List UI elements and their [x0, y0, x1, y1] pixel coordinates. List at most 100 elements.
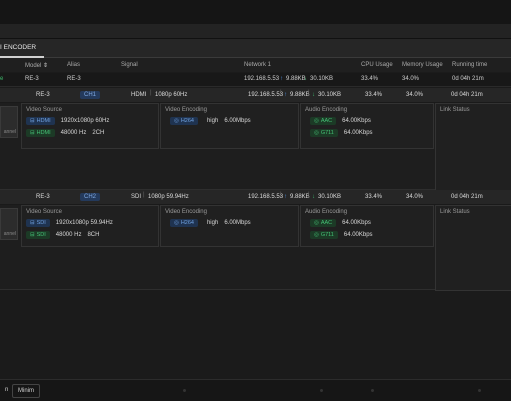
video-source-line: ⊟ SDI 1920x1080p 59.94Hz: [26, 219, 113, 227]
video-encoding-line: ◎ H264 high 6.00Mbps: [170, 117, 251, 125]
video-encoding-panel: Video Encoding ◎ H264 high 6.00Mbps: [160, 103, 299, 149]
panel-title: Video Source: [26, 209, 62, 215]
separator: |: [280, 90, 282, 96]
sdi-badge: ⊟ SDI: [26, 219, 50, 227]
indicator-dot: [320, 389, 323, 392]
col-cpu: CPU Usage: [361, 62, 393, 68]
aac-badge: ◎ AAC: [310, 219, 337, 227]
channel-row[interactable]: RE-3 CH2 SDI | 1080p 59.94Hz 192.168.5.5…: [0, 190, 511, 205]
h264-badge: ◎ H264: [170, 117, 198, 125]
indicator-dot: [478, 389, 481, 392]
separator: |: [280, 192, 282, 198]
arrow-down-icon: ↓: [312, 194, 315, 200]
panel-title: Link Status: [440, 209, 470, 215]
channel-badge: CH2: [80, 193, 101, 201]
panel-title: Link Status: [440, 107, 470, 113]
running-time: 0d 04h 21m: [452, 76, 484, 82]
cpu-usage: 33.4%: [365, 92, 383, 98]
model: RE-3: [36, 194, 50, 200]
panel-title: Video Encoding: [165, 209, 207, 215]
panel-title: Video Encoding: [165, 107, 207, 113]
upload-rate: 9.88KB: [290, 92, 310, 98]
model: RE-3: [25, 76, 39, 82]
col-memory: Memory Usage: [402, 62, 443, 68]
audio-encoding-line-2: ◎ G711 64.00Kbps: [310, 129, 373, 137]
hdmi-audio-badge: ⊟ HDMI: [26, 129, 55, 137]
arrow-down-icon: ↓: [312, 92, 315, 98]
arrow-up-icon: ↑: [284, 92, 287, 98]
download-rate: 30.10KB: [318, 194, 342, 200]
device-row[interactable]: e RE-3 RE-3 192.168.5.53 ↑ 9.88KB ↓ 30.1…: [0, 73, 511, 87]
resolution: 1920x1080p 60Hz: [60, 118, 110, 124]
profile: high: [206, 220, 219, 226]
arrow-up-icon: ↑: [280, 76, 283, 82]
panel-title: Audio Encoding: [305, 107, 348, 113]
video-source-line: ⊟ HDMI 1920x1080p 60Hz: [26, 117, 109, 125]
profile: high: [206, 118, 219, 124]
channel-row[interactable]: RE-3 CH1 HDMI | 1080p 60Hz 192.168.5.53 …: [0, 88, 511, 103]
tab-encoder[interactable]: I ENCODER: [0, 39, 45, 58]
encode-icon: ◎: [174, 220, 179, 226]
hdmi-badge: ⊟ HDMI: [26, 117, 55, 125]
model: RE-3: [36, 92, 50, 98]
g711-badge: ◎ G711: [310, 129, 338, 137]
sample-rate: 48000 Hz: [60, 130, 87, 136]
video-encoding-line: ◎ H264 high 6.00Mbps: [170, 219, 251, 227]
signal-format: 1080p 60Hz: [155, 92, 188, 98]
panel-title: Video Source: [26, 107, 62, 113]
h264-badge: ◎ H264: [170, 219, 198, 227]
running-time: 0d 04h 21m: [451, 194, 483, 200]
encode-icon: ◎: [174, 118, 179, 124]
ip-address: 192.168.5.53: [244, 76, 280, 82]
encode-icon: ◎: [314, 118, 319, 124]
video-source-panel: Video Source ⊟ SDI 1920x1080p 59.94Hz ⊟ SD…: [21, 205, 159, 247]
bitrate: 64.00Kbps: [342, 118, 371, 124]
encode-icon: ◎: [314, 232, 319, 238]
arrow-up-icon: ↑: [284, 194, 287, 200]
separator: |: [308, 90, 310, 96]
sample-rate: 48000 Hz: [55, 232, 82, 238]
ip-address: 192.168.5.53: [248, 194, 284, 200]
audio-encoding-line-1: ◎ AAC 64.00Kbps: [310, 219, 371, 227]
ip-address: 192.168.5.53: [248, 92, 284, 98]
indicator-dot: [371, 389, 374, 392]
upload-rate: 9.88KB: [290, 194, 310, 200]
minimize-tab[interactable]: Minim: [12, 384, 40, 398]
upload-rate: 9.88KB: [286, 76, 306, 82]
channel-thumbnail[interactable]: annel: [0, 106, 18, 138]
channel-thumbnail[interactable]: annel: [0, 208, 18, 240]
memory-usage: 34.0%: [406, 92, 424, 98]
download-rate: 30.10KB: [310, 76, 334, 82]
audio-input-icon: ⊟: [30, 232, 35, 238]
aac-badge: ◎ AAC: [310, 117, 337, 125]
bitrate: 6.00Mbps: [224, 118, 251, 124]
sort-icon[interactable]: ⇕: [43, 63, 48, 69]
arrow-down-icon: ↓: [304, 76, 307, 82]
bitrate: 64.00Kbps: [342, 220, 371, 226]
bottom-bar: n Minim: [0, 379, 511, 401]
memory-usage: 34.0%: [406, 194, 424, 200]
signal-type: HDMI: [131, 92, 147, 98]
encode-icon: ◎: [314, 220, 319, 226]
memory-usage: 34.0%: [402, 76, 420, 82]
cpu-usage: 33.4%: [365, 194, 383, 200]
running-time: 0d 04h 21m: [451, 92, 483, 98]
video-encoding-panel: Video Encoding ◎ H264 high 6.00Mbps: [160, 205, 299, 247]
sdi-audio-badge: ⊟ SDI: [26, 231, 50, 239]
col-model[interactable]: Model ⇕: [25, 62, 48, 69]
audio-input-icon: ⊟: [30, 130, 35, 136]
alias: RE-3: [67, 76, 81, 82]
bitrate: 64.00Kbps: [343, 232, 373, 238]
channel-badge: CH1: [80, 91, 101, 99]
audio-encoding-line-2: ◎ G711 64.00Kbps: [310, 231, 373, 239]
tab-bar: [0, 39, 511, 58]
signal-type: SDI: [131, 194, 142, 200]
audio-encoding-line-1: ◎ AAC 64.00Kbps: [310, 117, 371, 125]
video-input-icon: ⊟: [30, 118, 35, 124]
channel-count: 8CH: [87, 232, 100, 238]
channel-detail: annel Video Source ⊟ HDMI 1920x1080p 60Hz…: [0, 103, 511, 191]
audio-encoding-panel: Audio Encoding ◎ AAC 64.00Kbps ◎ G711 64.0…: [300, 205, 434, 247]
link-status-panel: Link Status: [435, 103, 511, 191]
g711-badge: ◎ G711: [310, 231, 338, 239]
col-alias: Alias: [67, 62, 81, 68]
